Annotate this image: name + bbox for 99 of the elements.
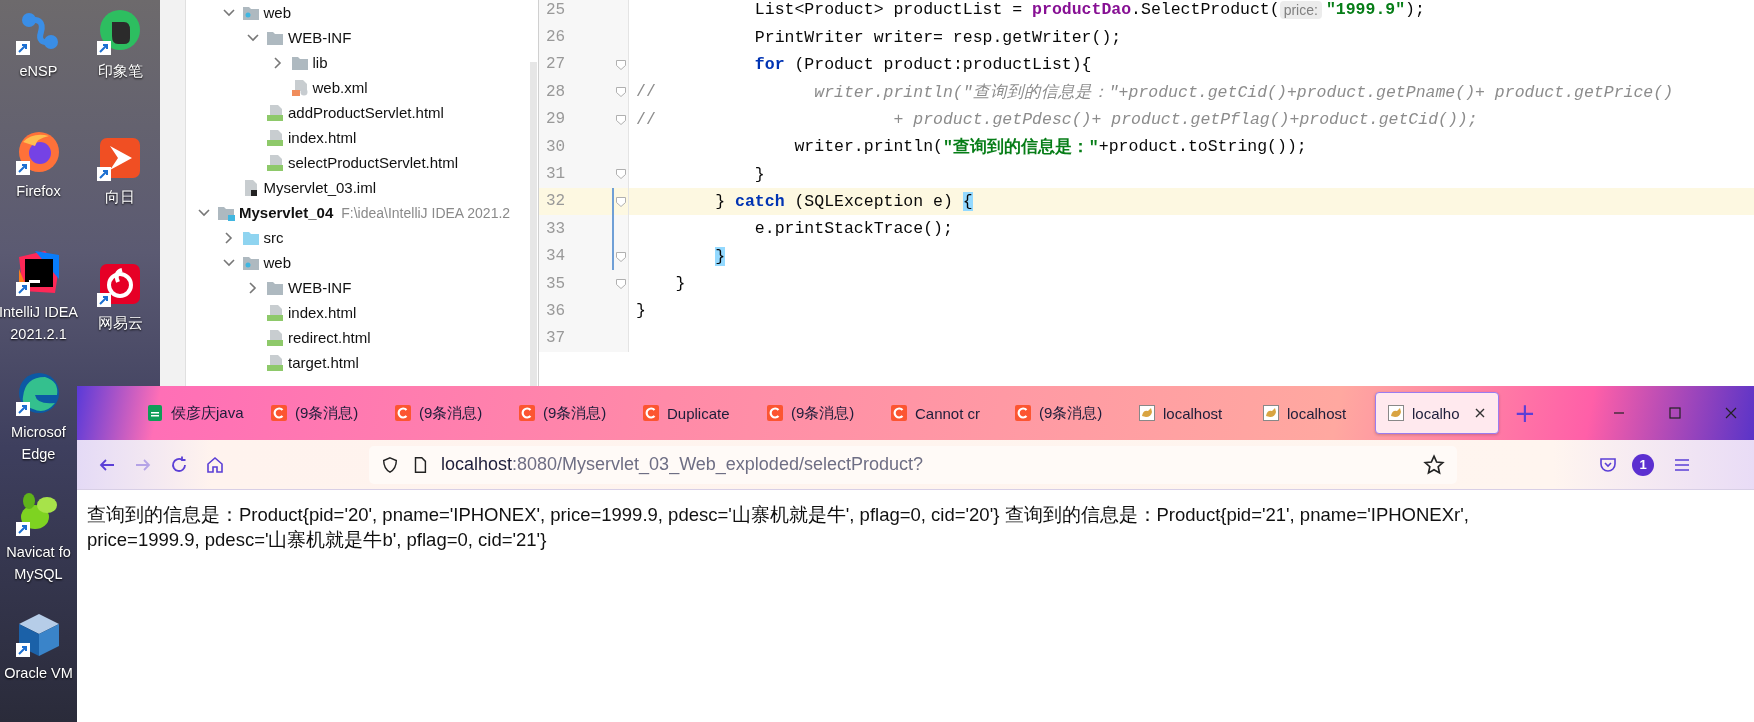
line-number: 37 <box>546 329 566 348</box>
code-line: writer.println("查询到的信息是："+product.toString()); <box>793 136 1308 159</box>
line-number: 32 <box>546 192 566 211</box>
tree-item[interactable]: selectProductServlet.html <box>288 154 459 171</box>
favicon-icon <box>395 405 411 421</box>
tree-item[interactable]: web.xml <box>312 79 368 96</box>
line-number: 33 <box>546 219 566 238</box>
line-number: 35 <box>546 274 566 293</box>
tree-item[interactable]: web <box>263 254 292 271</box>
line-number: 36 <box>546 302 566 320</box>
fold-marker-icon[interactable] <box>615 86 627 99</box>
fold-marker-icon[interactable] <box>615 250 627 263</box>
file-icon <box>266 354 284 371</box>
shield-icon[interactable] <box>381 455 399 474</box>
tree-item[interactable]: index.html <box>288 304 357 321</box>
favicon-icon <box>1388 405 1404 421</box>
line-number: 26 <box>546 28 566 47</box>
line-number: 28 <box>546 82 566 101</box>
browser-tab[interactable]: (9条消息) <box>259 392 383 434</box>
favicon-icon <box>1139 405 1155 421</box>
desktop-icon-label: 向日 <box>105 188 135 207</box>
browser-tab[interactable]: Duplicate <box>631 392 755 434</box>
line-number: 31 <box>546 165 566 184</box>
tree-item[interactable]: src <box>263 229 284 246</box>
desktop-icon-label: 网易云 <box>97 314 143 333</box>
code-line: List<Product> productList = productDao.SelectProduct( price: "1999.9"); <box>753 0 1426 22</box>
code-line: } <box>674 273 687 296</box>
favicon-icon <box>891 405 907 421</box>
tree-item[interactable]: addProductServlet.html <box>288 104 444 121</box>
favicon-icon <box>147 405 163 421</box>
browser-tab[interactable]: 侯彦庆java <box>135 392 259 434</box>
folder-icon <box>241 254 260 271</box>
file-icon <box>266 329 284 346</box>
folder-icon <box>290 54 309 71</box>
browser-tab[interactable]: localho <box>1375 392 1499 434</box>
browser-tab[interactable]: (9条消息) <box>755 392 879 434</box>
tree-item[interactable]: lib <box>312 54 328 71</box>
browser-tab[interactable]: (9条消息) <box>507 392 631 434</box>
line-number: 29 <box>546 110 566 129</box>
favicon-icon <box>767 405 783 421</box>
favicon-icon <box>271 405 287 421</box>
fold-marker-icon[interactable] <box>615 113 627 126</box>
fold-marker-icon[interactable] <box>615 58 627 71</box>
folder-icon <box>266 279 284 296</box>
fold-marker-icon[interactable] <box>615 195 627 208</box>
tree-item[interactable]: redirect.html <box>288 329 371 346</box>
account-badge[interactable]: 1 <box>1632 453 1654 476</box>
folder-icon <box>241 229 260 246</box>
code-line: e.printStackTrace(); <box>753 218 954 241</box>
scrollbar-track[interactable] <box>530 62 537 386</box>
folder-icon <box>241 4 260 21</box>
code-line: } <box>635 300 647 323</box>
favicon-icon <box>1263 405 1279 421</box>
tree-item[interactable]: WEB-INF <box>288 279 352 296</box>
desktop-icon-label: Navicat fo MySQL <box>6 543 71 585</box>
line-number: 25 <box>546 0 566 19</box>
tree-item[interactable]: Myservlet_03.iml <box>263 179 377 196</box>
code-line: PrintWriter writer= resp.getWriter(); <box>753 26 1123 49</box>
line-number: 30 <box>546 137 566 156</box>
browser-tab[interactable]: Cannot cr <box>879 392 1003 434</box>
code-line: // writer.println("查询到的信息是："+product.getCid()+product.getPname()+ product.getPrice() <box>635 81 1675 104</box>
desktop-icon-label: IntelliJ IDEA 2021.2.1 <box>0 302 78 344</box>
maximize-icon[interactable] <box>1667 405 1683 421</box>
desktop-icon-label: eNSP <box>19 62 58 81</box>
address-bar[interactable]: localhost:8080/Myservlet_03_Web_exploded/selectProduct? <box>369 445 1457 484</box>
bookmark-star-icon[interactable] <box>1423 453 1445 476</box>
favicon-icon <box>643 405 659 421</box>
file-icon <box>290 79 309 96</box>
fold-marker-icon[interactable] <box>615 168 627 181</box>
file-icon <box>266 304 284 321</box>
fold-marker-icon[interactable] <box>615 277 627 290</box>
file-icon <box>266 129 284 146</box>
line-number: 27 <box>546 55 566 74</box>
file-icon <box>266 104 284 121</box>
tree-item[interactable]: target.html <box>288 354 359 371</box>
page-text: 查询到的信息是：Product{pid='20', pname='IPHONEX', price=1999.9, pdesc='山寨机就是牛', pflag=0, cid='20'} 查询到的信息是：Product{pid='21', pname='IPHONEXr', price=1999.9, pdesc='山寨机就是牛b', pflag=0, cid='21'} <box>87 503 1470 552</box>
project-path: F:\idea\IntelliJ IDEA 2021.2 <box>341 204 511 221</box>
code-line: for (Product product:productList){ <box>753 53 1093 76</box>
code-line: } <box>753 163 766 186</box>
tree-item[interactable]: index.html <box>288 129 357 146</box>
tree-item[interactable]: WEB-INF <box>288 29 352 46</box>
browser-tab[interactable]: (9条消息) <box>383 392 507 434</box>
tree-item[interactable]: Myservlet_04 <box>239 204 334 221</box>
browser-tab[interactable]: (9条消息) <box>1003 392 1127 434</box>
folder-icon <box>266 29 284 46</box>
desktop-icon-label: 印象笔 <box>97 62 143 81</box>
code-line: // + product.getPdesc()+ product.getPflag()+product.getCid()); <box>635 108 1479 131</box>
favicon-icon <box>519 405 535 421</box>
close-icon[interactable] <box>1474 407 1486 419</box>
tree-item[interactable]: web <box>263 4 292 21</box>
folder-icon <box>217 204 235 221</box>
browser-tab[interactable]: localhost <box>1251 392 1375 434</box>
desktop-icon-label: Firefox <box>16 182 61 202</box>
desktop-icon-label: Oracle VM <box>4 663 73 683</box>
desktop-icon-label: Microsof Edge <box>11 423 66 464</box>
favicon-icon <box>1015 405 1031 421</box>
line-number: 34 <box>546 247 566 266</box>
file-icon <box>266 154 284 171</box>
browser-tab[interactable]: localhost <box>1127 392 1251 434</box>
